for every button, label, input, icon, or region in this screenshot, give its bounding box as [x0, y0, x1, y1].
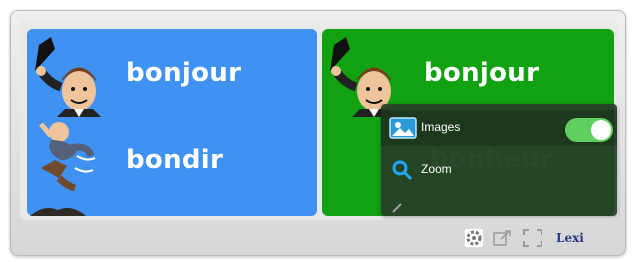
images-label: Images [421, 120, 461, 134]
word-bonjour-right: bonjour [424, 58, 540, 88]
search-icon [392, 160, 413, 181]
word-bondir-left: bondir [126, 145, 224, 175]
word-bonjour-left: bonjour [126, 58, 242, 88]
fullscreen-icon[interactable] [522, 228, 542, 248]
images-toggle[interactable] [565, 118, 613, 142]
settings-popup: Images Zoom [381, 104, 617, 216]
image-icon [389, 117, 417, 139]
zoom-setting-row[interactable]: Zoom [381, 152, 617, 188]
man-jumping-icon [39, 122, 96, 192]
man-tipping-hat-icon [35, 37, 101, 117]
pencil-icon [392, 203, 402, 213]
partial-picture-icon [30, 208, 86, 216]
toggle-knob [591, 120, 611, 140]
zoom-label: Zoom [421, 162, 452, 176]
share-icon[interactable] [492, 228, 512, 248]
gear-icon[interactable] [464, 228, 484, 248]
images-setting-row[interactable]: Images [381, 110, 617, 146]
brand-logo: Lexi [556, 231, 584, 245]
